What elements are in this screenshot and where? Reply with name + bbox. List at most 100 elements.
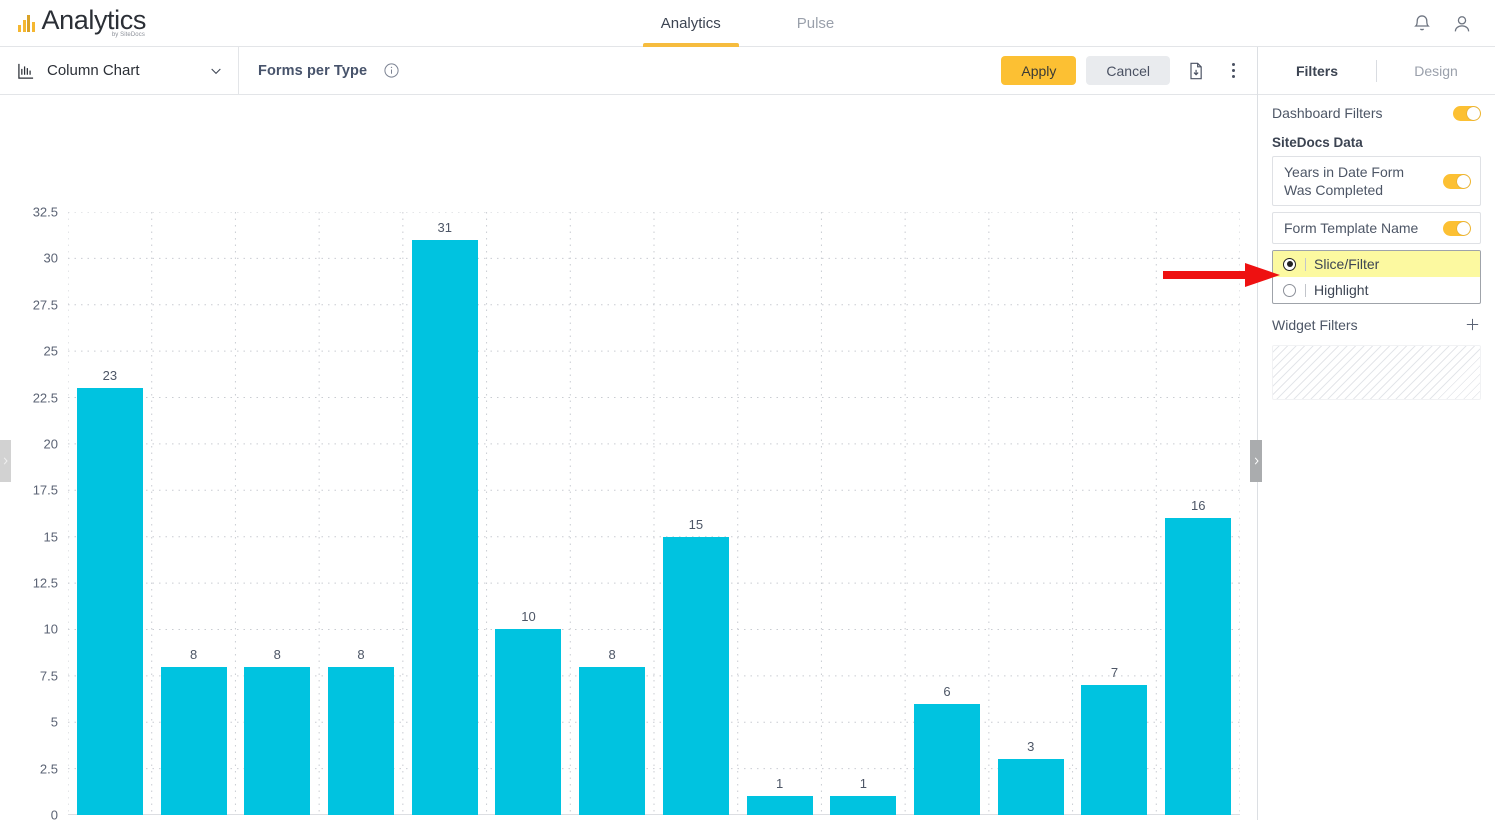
bar-value-label: 6 <box>943 683 951 699</box>
filter-item-years-in-date-form-was-completed[interactable]: Years in Date Form Was Completed <box>1272 156 1481 206</box>
bar-column[interactable]: 8 <box>570 212 654 815</box>
y-axis-tick: 32.5 <box>32 204 58 220</box>
bar[interactable] <box>746 796 813 815</box>
y-axis-tick: 30 <box>43 250 58 266</box>
bar-value-label: 31 <box>437 219 452 235</box>
bar-column[interactable]: 6 <box>905 212 989 815</box>
bar-value-label: 1 <box>859 776 867 792</box>
tab-analytics[interactable]: Analytics <box>642 0 739 47</box>
widget-title: Forms per Type <box>258 62 368 79</box>
y-axis-tick: 17.5 <box>32 482 58 498</box>
collapse-left-panel-handle[interactable] <box>0 440 11 482</box>
bar-value-label: 1 <box>775 776 784 792</box>
radio-divider <box>1305 283 1306 297</box>
data-source-title: SiteDocs Data <box>1272 135 1363 150</box>
bar[interactable] <box>662 536 729 815</box>
more-vertical-icon[interactable] <box>1224 61 1242 81</box>
bar-value-label: 15 <box>688 516 704 532</box>
bar[interactable] <box>579 666 646 815</box>
bar[interactable] <box>1081 685 1148 815</box>
bar[interactable] <box>830 796 897 815</box>
y-axis-tick: 22.5 <box>32 390 58 406</box>
y-axis-tick: 27.5 <box>32 297 58 313</box>
y-axis-tick: 5 <box>50 714 58 730</box>
bell-icon[interactable] <box>1411 13 1433 35</box>
bar-value-label: 7 <box>1110 665 1119 681</box>
radio-slice-filter-label: Slice/Filter <box>1314 256 1380 272</box>
bar[interactable] <box>244 666 311 815</box>
y-axis-tick: 0 <box>50 807 58 820</box>
chart-type-selector[interactable]: Column Chart <box>0 46 239 95</box>
red-arrow-right-icon <box>1163 263 1280 287</box>
apply-button[interactable]: Apply <box>1001 56 1077 85</box>
tab-pulse[interactable]: Pulse <box>779 0 853 47</box>
top-navigation: Analytics Pulse <box>0 0 1495 47</box>
bar-column[interactable]: 8 <box>319 212 403 815</box>
filter-label: Form Template Name <box>1284 220 1419 236</box>
collapse-right-panel-handle[interactable] <box>1250 440 1262 482</box>
chart-type-label: Column Chart <box>47 62 140 79</box>
bar[interactable] <box>495 629 562 815</box>
bar-column[interactable]: 7 <box>1073 212 1157 815</box>
user-icon[interactable] <box>1451 13 1473 35</box>
y-axis-labels: 32.5 30 27.5 25 22.5 20 17.5 15 12.5 10 7.5 5 2.5 0 <box>0 190 58 820</box>
radio-highlight-indicator <box>1283 283 1296 297</box>
bar-column[interactable]: 15 <box>654 212 738 815</box>
radio-option-highlight[interactable]: Highlight <box>1273 277 1480 303</box>
column-chart-icon <box>18 63 34 79</box>
y-axis-tick: 12.5 <box>32 575 58 591</box>
bar[interactable] <box>1165 518 1232 815</box>
radio-slice-filter-indicator <box>1283 257 1296 271</box>
bar[interactable] <box>76 388 143 815</box>
download-file-icon[interactable] <box>1186 61 1206 81</box>
radio-option-slice-filter[interactable]: Slice/Filter <box>1273 251 1480 277</box>
tab-analytics-label: Analytics <box>660 15 721 32</box>
filter-label: Years in Date Form Was Completed <box>1284 164 1405 198</box>
bar[interactable] <box>997 759 1064 815</box>
bar-column[interactable]: 1 <box>738 212 822 815</box>
bar[interactable] <box>411 239 478 815</box>
widget-toolbar: Column Chart Forms per Type Apply Cancel <box>0 46 1258 95</box>
bar-value-label: 8 <box>189 646 198 662</box>
top-bar: Analytics by SiteDocs Analytics Pulse <box>0 0 1495 47</box>
tab-design[interactable]: Design <box>1377 63 1495 79</box>
top-bar-actions <box>1411 0 1473 47</box>
filter-item-form-template-name[interactable]: Form Template Name <box>1272 212 1481 244</box>
bar-column[interactable]: 8 <box>152 212 236 815</box>
chevron-right-icon <box>1254 457 1259 465</box>
cancel-button[interactable]: Cancel <box>1086 56 1170 85</box>
bar-value-label: 8 <box>273 646 281 662</box>
bar[interactable] <box>914 703 981 815</box>
y-axis-tick: 2.5 <box>39 761 58 777</box>
bar-column[interactable]: 10 <box>487 212 571 815</box>
bar-column[interactable]: 31 <box>403 212 487 815</box>
y-axis-tick: 15 <box>43 529 58 545</box>
dashboard-filters-toggle[interactable] <box>1453 105 1481 121</box>
filter-toggle[interactable] <box>1443 220 1471 236</box>
bar-value-label: 16 <box>1190 498 1206 514</box>
bar[interactable] <box>328 666 395 815</box>
dashboard-filters-row: Dashboard Filters <box>1258 95 1495 131</box>
plus-icon[interactable] <box>1464 316 1481 333</box>
filter-toggle[interactable] <box>1443 173 1471 189</box>
widget-filters-dropzone[interactable] <box>1272 345 1481 400</box>
bar-value-label: 23 <box>102 368 118 384</box>
dashboard-filters-label: Dashboard Filters <box>1272 105 1383 121</box>
bar-column[interactable]: 23 <box>68 212 152 815</box>
chevron-right-icon <box>3 457 8 465</box>
filters-panel: Filters Design Dashboard Filters SiteDoc… <box>1258 47 1495 820</box>
bar-value-label: 8 <box>608 646 616 662</box>
bar-column[interactable]: 3 <box>989 212 1073 815</box>
filter-mode-options: Slice/Filter Highlight <box>1272 250 1481 304</box>
info-icon[interactable] <box>383 62 400 79</box>
bar-column[interactable]: 8 <box>235 212 319 815</box>
y-axis-tick: 25 <box>43 343 58 359</box>
bar-column[interactable]: 16 <box>1156 212 1240 815</box>
y-axis-tick: 7.5 <box>39 668 58 684</box>
tab-filters[interactable]: Filters <box>1258 63 1376 79</box>
bar[interactable] <box>160 666 227 815</box>
bar-value-label: 10 <box>521 609 536 625</box>
widget-filters-label: Widget Filters <box>1272 316 1358 333</box>
chart-widget: 32.5 30 27.5 25 22.5 20 17.5 15 12.5 10 7.5 5 2.5 0 2… <box>0 95 1258 820</box>
bar-column[interactable]: 1 <box>821 212 905 815</box>
